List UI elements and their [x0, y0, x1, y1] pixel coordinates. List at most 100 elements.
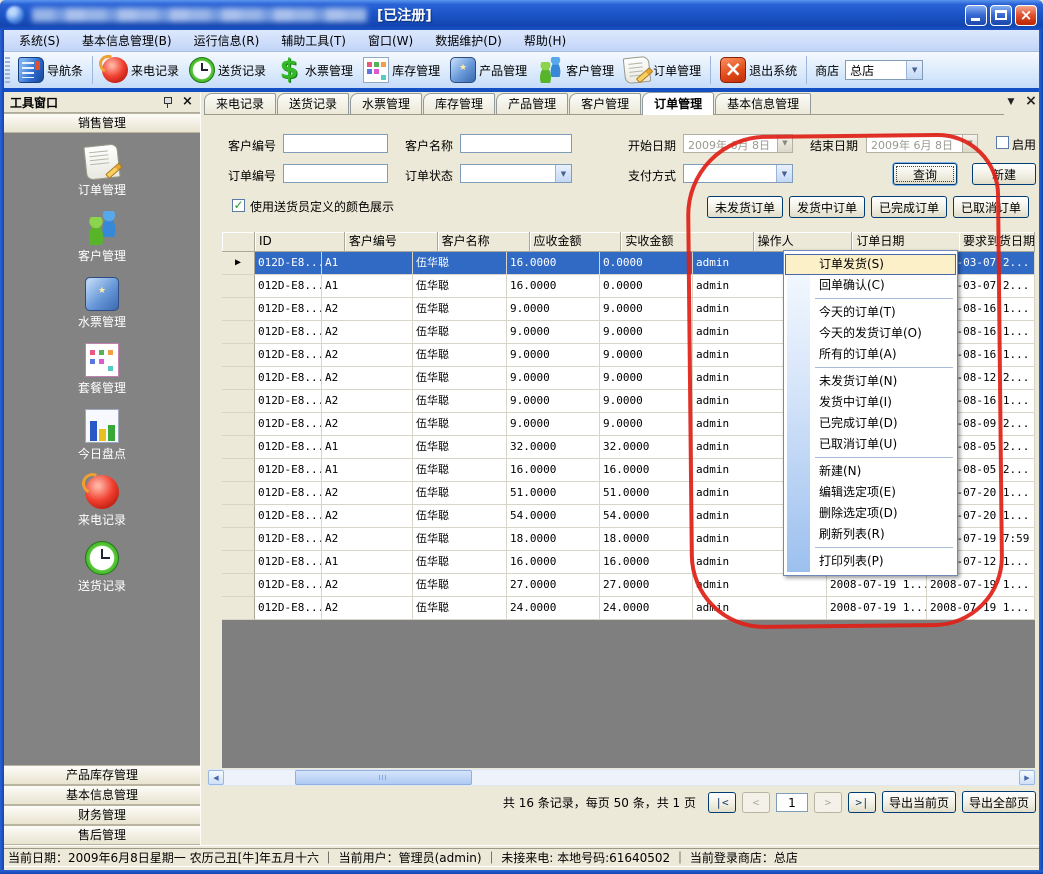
- sidebar-item[interactable]: 今日盘点: [78, 409, 126, 462]
- column-header[interactable]: ID: [255, 232, 345, 252]
- tab[interactable]: 基本信息管理: [715, 93, 811, 114]
- toolbar-grip-icon[interactable]: [5, 57, 10, 83]
- context-menu-item[interactable]: 回单确认(C): [785, 275, 956, 296]
- order-status-select[interactable]: [460, 164, 572, 183]
- last-page-button[interactable]: >|: [848, 792, 876, 813]
- color-display-checkbox[interactable]: [232, 199, 245, 212]
- row-selector-cell[interactable]: [222, 482, 255, 505]
- sidebar-section[interactable]: 产品库存管理: [4, 765, 200, 785]
- row-selector-cell[interactable]: [222, 505, 255, 528]
- tab-list-dropdown-icon[interactable]: [1004, 95, 1018, 109]
- toolbar-inventory-button[interactable]: 库存管理: [358, 55, 445, 85]
- tab[interactable]: 送货记录: [277, 93, 349, 114]
- toolbar-navigator-button[interactable]: 导航条: [13, 55, 88, 85]
- table-row[interactable]: 012D-E8... A2 伍华聪 24.0000 24.0000 admin …: [222, 597, 1035, 620]
- context-menu-item[interactable]: 未发货订单(N): [785, 371, 956, 392]
- row-selector-cell[interactable]: [222, 597, 255, 620]
- sidebar-item[interactable]: 送货记录: [78, 541, 126, 594]
- status-filter-shipping-button[interactable]: 发货中订单: [789, 196, 865, 218]
- chevron-down-icon[interactable]: [962, 135, 977, 152]
- export-all-pages-button[interactable]: 导出全部页: [962, 791, 1036, 813]
- new-button[interactable]: 新建: [972, 163, 1036, 185]
- pin-icon[interactable]: [162, 96, 173, 109]
- context-menu-item[interactable]: 删除选定项(D): [785, 503, 956, 524]
- end-date-picker[interactable]: 2009年 6月 8日: [866, 134, 978, 153]
- context-menu-item[interactable]: 新建(N): [785, 461, 956, 482]
- row-selector-cell[interactable]: [222, 413, 255, 436]
- pay-method-select[interactable]: [683, 164, 793, 183]
- sidebar-item[interactable]: 水票管理: [78, 277, 126, 330]
- menu-item[interactable]: 基本信息管理(B): [71, 30, 183, 51]
- row-selector-cell[interactable]: [222, 528, 255, 551]
- context-menu-item[interactable]: 订单发货(S): [785, 254, 956, 275]
- customer-name-input[interactable]: [460, 134, 572, 153]
- menu-item[interactable]: 系统(S): [8, 30, 71, 51]
- scrollbar-track[interactable]: [224, 770, 1019, 785]
- status-filter-cancelled-button[interactable]: 已取消订单: [953, 196, 1029, 218]
- context-menu-item[interactable]: 打印列表(P): [785, 551, 956, 572]
- context-menu-item[interactable]: 今天的订单(T): [785, 302, 956, 323]
- horizontal-scrollbar[interactable]: [207, 769, 1036, 786]
- row-selector-cell[interactable]: [222, 298, 255, 321]
- toolbar-water-ticket-button[interactable]: 水票管理: [271, 55, 358, 85]
- tab[interactable]: 库存管理: [423, 93, 495, 114]
- column-header[interactable]: 客户编号: [345, 232, 438, 252]
- column-header[interactable]: 实收金额: [621, 232, 753, 252]
- row-selector-cell[interactable]: [222, 436, 255, 459]
- scroll-left-icon[interactable]: [208, 770, 224, 785]
- column-header[interactable]: 订单日期: [852, 232, 959, 252]
- sidebar-item[interactable]: 订单管理: [78, 145, 126, 198]
- minimize-button[interactable]: [965, 5, 987, 26]
- sidebar-item[interactable]: 来电记录: [78, 475, 126, 528]
- toolbar-exit-button[interactable]: 退出系统: [715, 55, 802, 85]
- tab[interactable]: 来电记录: [204, 93, 276, 114]
- row-selector-cell[interactable]: [222, 459, 255, 482]
- tab[interactable]: 客户管理: [569, 93, 641, 114]
- toolbar-order-button[interactable]: 订单管理: [619, 55, 706, 85]
- context-menu-item[interactable]: 编辑选定项(E): [785, 482, 956, 503]
- row-selector-cell[interactable]: [222, 551, 255, 574]
- sidebar-item[interactable]: 客户管理: [78, 211, 126, 264]
- chevron-down-icon[interactable]: [906, 61, 922, 79]
- prev-page-button[interactable]: <: [742, 792, 770, 813]
- scrollbar-thumb[interactable]: [295, 770, 472, 785]
- sidebar-section[interactable]: 售后管理: [4, 825, 200, 845]
- tab[interactable]: 水票管理: [350, 93, 422, 114]
- sidebar-item[interactable]: 套餐管理: [78, 343, 126, 396]
- context-menu-item[interactable]: 今天的发货订单(O): [785, 323, 956, 344]
- sidebar-section-sales[interactable]: 销售管理: [4, 113, 200, 133]
- context-menu-item[interactable]: 发货中订单(I): [785, 392, 956, 413]
- table-row[interactable]: 012D-E8... A2 伍华聪 27.0000 27.0000 admin …: [222, 574, 1035, 597]
- menu-item[interactable]: 帮助(H): [513, 30, 577, 51]
- menu-item[interactable]: 辅助工具(T): [270, 30, 357, 51]
- context-menu-item[interactable]: 刷新列表(R): [785, 524, 956, 545]
- row-selector-cell[interactable]: [222, 321, 255, 344]
- chevron-down-icon[interactable]: [776, 165, 792, 182]
- menu-item[interactable]: 窗口(W): [357, 30, 424, 51]
- column-header[interactable]: 客户名称: [438, 232, 530, 252]
- row-selector-cell[interactable]: [222, 367, 255, 390]
- toolbar-customer-button[interactable]: 客户管理: [532, 55, 619, 85]
- menu-item[interactable]: 数据维护(D): [424, 30, 513, 51]
- toolbar-incoming-call-button[interactable]: 来电记录: [97, 55, 184, 85]
- scroll-right-icon[interactable]: [1019, 770, 1035, 785]
- tab[interactable]: 产品管理: [496, 93, 568, 114]
- row-selector-cell[interactable]: [222, 574, 255, 597]
- column-header[interactable]: 操作人: [754, 232, 853, 252]
- first-page-button[interactable]: |<: [708, 792, 736, 813]
- sidebar-close-icon[interactable]: [181, 96, 194, 109]
- row-selector-cell[interactable]: [222, 252, 255, 275]
- customer-no-input[interactable]: [283, 134, 388, 153]
- sidebar-section[interactable]: 基本信息管理: [4, 785, 200, 805]
- chevron-down-icon[interactable]: [777, 135, 792, 152]
- tab[interactable]: 订单管理: [642, 92, 714, 115]
- status-filter-unshipped-button[interactable]: 未发货订单: [707, 196, 783, 218]
- context-menu-item[interactable]: 已取消订单(U): [785, 434, 956, 455]
- sidebar-section[interactable]: 财务管理: [4, 805, 200, 825]
- enable-checkbox[interactable]: [996, 136, 1009, 149]
- row-selector-cell[interactable]: [222, 275, 255, 298]
- column-header[interactable]: 应收金额: [530, 232, 622, 252]
- toolbar-delivery-button[interactable]: 送货记录: [184, 55, 271, 85]
- store-select[interactable]: 总店: [845, 60, 923, 80]
- toolbar-product-button[interactable]: 产品管理: [445, 55, 532, 85]
